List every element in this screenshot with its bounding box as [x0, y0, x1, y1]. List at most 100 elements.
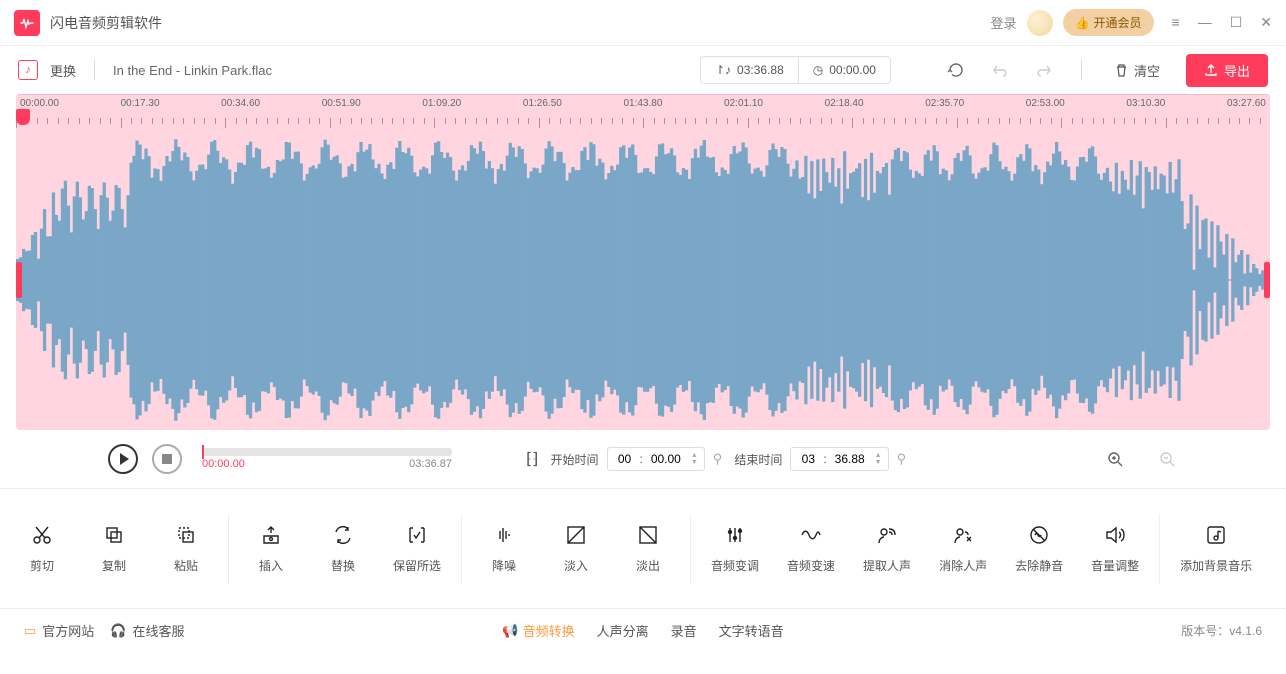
- tool-replace[interactable]: 替换: [321, 523, 365, 574]
- change-file-button[interactable]: 更换: [50, 61, 76, 80]
- undo-button[interactable]: [987, 57, 1013, 83]
- ruler-label: 02:53.00: [1026, 98, 1065, 109]
- keep-selection-icon: [406, 523, 428, 547]
- tool-insert[interactable]: 插入: [249, 523, 293, 574]
- start-pin-icon[interactable]: ⚲: [713, 451, 723, 467]
- action-bar: ♪ 更换 In the End - Linkin Park.flac ↾♪ 03…: [0, 46, 1286, 94]
- close-icon[interactable]: ✕: [1260, 14, 1272, 31]
- cursor-time-box[interactable]: ◷ 00:00.00: [798, 57, 890, 83]
- divider: [1081, 60, 1082, 80]
- end-ss-input[interactable]: [831, 452, 869, 466]
- end-mm-input[interactable]: [797, 452, 819, 466]
- add-bgm-icon: [1205, 523, 1227, 547]
- tool-remove-silence[interactable]: 去除静音: [1015, 523, 1063, 574]
- end-pin-icon[interactable]: ⚲: [897, 451, 907, 467]
- tool-add-bgm[interactable]: 添加背景音乐: [1180, 523, 1252, 574]
- footer-link[interactable]: 📢 音频转换: [502, 621, 574, 640]
- selection-icon: ↾♪: [715, 63, 731, 77]
- start-ss-input[interactable]: [647, 452, 685, 466]
- footer-link[interactable]: 文字转语音: [719, 621, 784, 640]
- pitch-icon: [724, 523, 746, 547]
- maximize-icon[interactable]: ☐: [1230, 14, 1243, 31]
- zoom-in-button[interactable]: [1104, 448, 1126, 470]
- selection-handle-right[interactable]: [1264, 262, 1270, 298]
- tool-label: 提取人声: [863, 557, 911, 574]
- tool-keep-selection[interactable]: 保留所选: [393, 523, 441, 574]
- trash-icon: [1114, 63, 1129, 78]
- cut-icon: [31, 523, 53, 547]
- tool-volume[interactable]: 音量调整: [1091, 523, 1139, 574]
- play-button[interactable]: [108, 444, 138, 474]
- tool-paste[interactable]: 粘贴: [164, 523, 208, 574]
- tool-fade-out[interactable]: 淡出: [626, 523, 670, 574]
- selection-duration-box[interactable]: ↾♪ 03:36.88: [701, 57, 798, 83]
- remove-vocal-icon: [952, 523, 974, 547]
- refresh-button[interactable]: [943, 57, 969, 83]
- current-time: 00:00.00: [202, 458, 245, 470]
- progress-bar[interactable]: [202, 448, 452, 456]
- divider: [94, 60, 95, 80]
- ruler-label: 00:17.30: [121, 98, 160, 109]
- speed-icon: [800, 523, 822, 547]
- selection-brackets-icon[interactable]: ⁅⁆: [526, 449, 538, 469]
- official-label: 官方网站: [42, 621, 94, 640]
- login-link[interactable]: 登录: [991, 13, 1017, 32]
- fade-out-icon: [637, 523, 659, 547]
- redo-button[interactable]: [1031, 57, 1057, 83]
- tool-label: 降噪: [492, 557, 516, 574]
- stop-icon: [162, 454, 172, 464]
- selection-duration: 03:36.88: [737, 63, 784, 77]
- tool-pitch[interactable]: 音频变调: [711, 523, 759, 574]
- title-bar: 闪电音频剪辑软件 登录 👍 开通会员 ≡ — ☐ ✕: [0, 0, 1286, 46]
- tool-copy[interactable]: 复制: [92, 523, 136, 574]
- copy-icon: [103, 523, 125, 547]
- clock-icon: ◷: [813, 63, 823, 77]
- vip-button[interactable]: 👍 开通会员: [1063, 9, 1154, 36]
- start-time-field[interactable]: : ▲▼: [607, 447, 705, 471]
- footer-link[interactable]: 录音: [671, 621, 697, 640]
- playhead-marker[interactable]: [16, 109, 30, 125]
- start-mm-input[interactable]: [614, 452, 636, 466]
- speaker-icon: 📢: [502, 623, 518, 639]
- end-time-label: 结束时间: [734, 451, 782, 468]
- waveform-area[interactable]: [16, 130, 1270, 430]
- stop-button[interactable]: [152, 444, 182, 474]
- filename: In the End - Linkin Park.flac: [113, 63, 272, 78]
- support-link[interactable]: 🎧 在线客服: [110, 621, 184, 640]
- ruler-label: 03:27.60: [1227, 98, 1266, 109]
- timeline: 00:00.0000:17.3000:34.6000:51.9001:09.20…: [0, 94, 1286, 430]
- tool-fade-in[interactable]: 淡入: [554, 523, 598, 574]
- ruler-label: 00:00.00: [20, 98, 59, 109]
- extract-vocal-icon: [876, 523, 898, 547]
- time-ruler[interactable]: 00:00.0000:17.3000:34.6000:51.9001:09.20…: [16, 94, 1270, 130]
- tool-extract-vocal[interactable]: 提取人声: [863, 523, 911, 574]
- play-icon: [120, 453, 129, 465]
- tool-label: 淡入: [564, 557, 588, 574]
- tool-label: 淡出: [636, 557, 660, 574]
- tool-label: 保留所选: [393, 557, 441, 574]
- time-boxes: ↾♪ 03:36.88 ◷ 00:00.00: [700, 56, 891, 84]
- tool-noise-reduce[interactable]: 降噪: [482, 523, 526, 574]
- footer-link[interactable]: 人声分离: [597, 621, 649, 640]
- tool-label: 插入: [259, 557, 283, 574]
- version-label: 版本号：v4.1.6: [1181, 622, 1262, 639]
- export-button[interactable]: 导出: [1186, 54, 1268, 87]
- paste-icon: [175, 523, 197, 547]
- end-spinner[interactable]: ▲▼: [875, 452, 882, 466]
- app-title: 闪电音频剪辑软件: [50, 13, 162, 33]
- tool-cut[interactable]: 剪切: [20, 523, 64, 574]
- volume-icon: [1104, 523, 1126, 547]
- end-time-field[interactable]: : ▲▼: [790, 447, 888, 471]
- minimize-icon[interactable]: —: [1198, 14, 1212, 31]
- vip-label: 开通会员: [1094, 14, 1142, 31]
- zoom-out-button[interactable]: [1156, 448, 1178, 470]
- selection-handle-left[interactable]: [16, 262, 22, 298]
- clear-button[interactable]: 清空: [1106, 57, 1168, 84]
- avatar[interactable]: [1027, 10, 1053, 36]
- start-spinner[interactable]: ▲▼: [691, 452, 698, 466]
- menu-icon[interactable]: ≡: [1172, 14, 1180, 31]
- tool-label: 添加背景音乐: [1180, 557, 1252, 574]
- tool-speed[interactable]: 音频变速: [787, 523, 835, 574]
- official-site-link[interactable]: ▭ 官方网站: [24, 621, 94, 640]
- tool-remove-vocal[interactable]: 消除人声: [939, 523, 987, 574]
